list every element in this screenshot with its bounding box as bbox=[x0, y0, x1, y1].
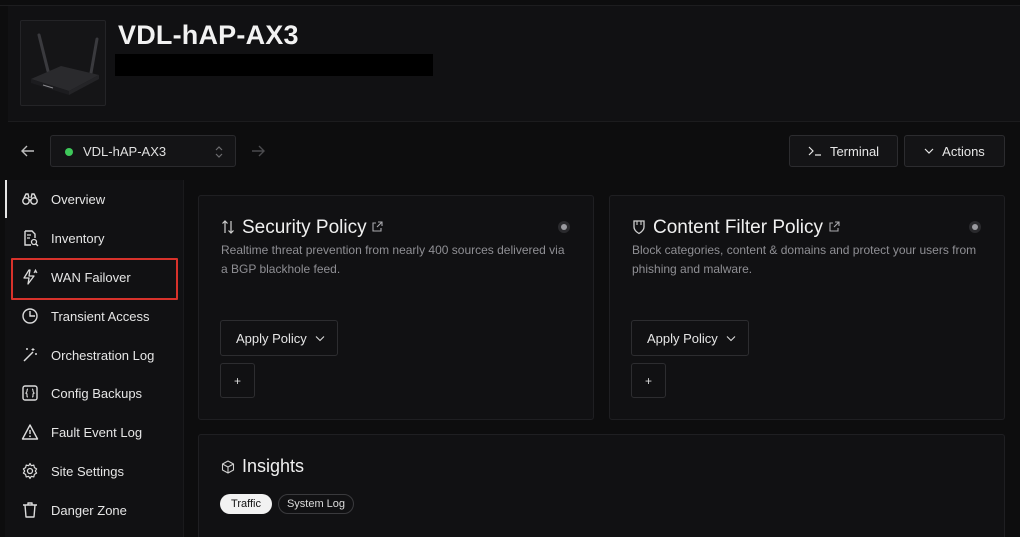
chevron-down-icon bbox=[924, 148, 934, 154]
content-filter-description: Block categories, content & domains and … bbox=[632, 243, 977, 276]
toolbar: VDL-hAP-AX3 Terminal Actions bbox=[0, 122, 1020, 180]
insights-title: Insights bbox=[242, 456, 305, 476]
warning-icon bbox=[21, 424, 39, 440]
binoculars-icon bbox=[22, 193, 38, 205]
apply-security-policy-button[interactable]: Apply Policy bbox=[220, 320, 338, 356]
external-link-icon[interactable] bbox=[828, 221, 840, 233]
trash-icon bbox=[23, 502, 37, 518]
device-image bbox=[20, 20, 106, 106]
chevron-down-icon bbox=[726, 335, 736, 341]
device-selector-label: VDL-hAP-AX3 bbox=[83, 144, 167, 159]
online-status-dot bbox=[65, 148, 73, 156]
sidebar-item-config-backups[interactable]: Config Backups bbox=[5, 374, 183, 412]
tab-traffic[interactable]: Traffic bbox=[220, 494, 272, 514]
plus-icon: + bbox=[233, 373, 241, 388]
apply-policy-label: Apply Policy bbox=[647, 330, 718, 346]
wan-failover-highlight bbox=[11, 258, 178, 300]
page-title: VDL-hAP-AX3 bbox=[118, 20, 299, 50]
content-filter-policy-title: Content Filter Policy bbox=[653, 217, 824, 238]
tab-system-log[interactable]: System Log bbox=[278, 494, 354, 514]
insights-card: Insights Traffic System Log bbox=[198, 434, 1005, 537]
sidebar-item-transient-access[interactable]: Transient Access bbox=[5, 297, 183, 335]
sidebar-item-label: Danger Zone bbox=[51, 502, 127, 518]
sidebar-item-orchestration-log[interactable]: Orchestration Log bbox=[5, 336, 183, 374]
sidebar-item-inventory[interactable]: Inventory bbox=[5, 219, 183, 257]
terminal-button-label: Terminal bbox=[829, 143, 880, 159]
sidebar-item-label: Config Backups bbox=[51, 385, 143, 401]
terminal-prompt-icon bbox=[808, 146, 821, 156]
actions-button-label: Actions bbox=[942, 143, 985, 159]
cube-icon bbox=[221, 460, 235, 474]
security-policy-toggle[interactable] bbox=[558, 221, 570, 233]
clock-pie-icon bbox=[22, 308, 38, 324]
sidebar-item-overview[interactable]: Overview bbox=[5, 180, 183, 218]
gear-icon bbox=[22, 462, 38, 480]
sidebar-item-label: Overview bbox=[51, 191, 106, 207]
magic-wand-icon bbox=[23, 348, 37, 362]
actions-button[interactable]: Actions bbox=[904, 135, 1005, 167]
device-selector[interactable]: VDL-hAP-AX3 bbox=[50, 135, 236, 167]
security-policy-title: Security Policy bbox=[242, 217, 367, 238]
sidebar-item-label: Site Settings bbox=[51, 463, 124, 479]
sidebar-nav: Overview Inventory WAN Failover Transien… bbox=[5, 180, 183, 537]
sidebar-item-fault-event-log[interactable]: Fault Event Log bbox=[5, 413, 183, 451]
router-icon bbox=[31, 33, 99, 95]
active-indicator bbox=[5, 180, 7, 218]
security-policy-card: Security Policy Realtime threat preventi… bbox=[198, 195, 594, 420]
security-policy-description: Realtime threat prevention from nearly 4… bbox=[221, 243, 565, 276]
content-filter-toggle[interactable] bbox=[969, 221, 981, 233]
redacted-subtitle bbox=[115, 54, 433, 76]
sidebar-item-label: Transient Access bbox=[51, 308, 150, 324]
add-content-filter-button[interactable]: + bbox=[631, 363, 666, 398]
sort-arrows-icon bbox=[222, 220, 234, 234]
sidebar-item-label: Orchestration Log bbox=[51, 347, 155, 363]
chevron-updown-icon bbox=[215, 146, 223, 158]
content-filter-policy-card: Content Filter Policy Block categories, … bbox=[609, 195, 1005, 420]
forward-arrow-icon[interactable] bbox=[248, 141, 268, 161]
device-header: VDL-hAP-AX3 bbox=[8, 6, 1020, 122]
add-security-policy-button[interactable]: + bbox=[220, 363, 255, 398]
back-arrow-icon[interactable] bbox=[18, 141, 38, 161]
apply-policy-label: Apply Policy bbox=[236, 330, 307, 346]
chevron-down-icon bbox=[315, 335, 325, 341]
shield-icon bbox=[633, 220, 645, 235]
sidebar-item-label: Inventory bbox=[51, 230, 105, 246]
main-content: Security Policy Realtime threat preventi… bbox=[184, 180, 1020, 537]
sidebar-item-danger-zone[interactable]: Danger Zone bbox=[5, 491, 183, 529]
apply-content-filter-button[interactable]: Apply Policy bbox=[631, 320, 749, 356]
plus-icon: + bbox=[644, 373, 652, 388]
sidebar-item-site-settings[interactable]: Site Settings bbox=[5, 452, 183, 490]
sidebar-item-label: Fault Event Log bbox=[51, 424, 143, 440]
terminal-button[interactable]: Terminal bbox=[789, 135, 898, 167]
braces-file-icon bbox=[22, 385, 38, 401]
external-link-icon[interactable] bbox=[371, 221, 383, 233]
inventory-search-icon bbox=[24, 230, 39, 247]
